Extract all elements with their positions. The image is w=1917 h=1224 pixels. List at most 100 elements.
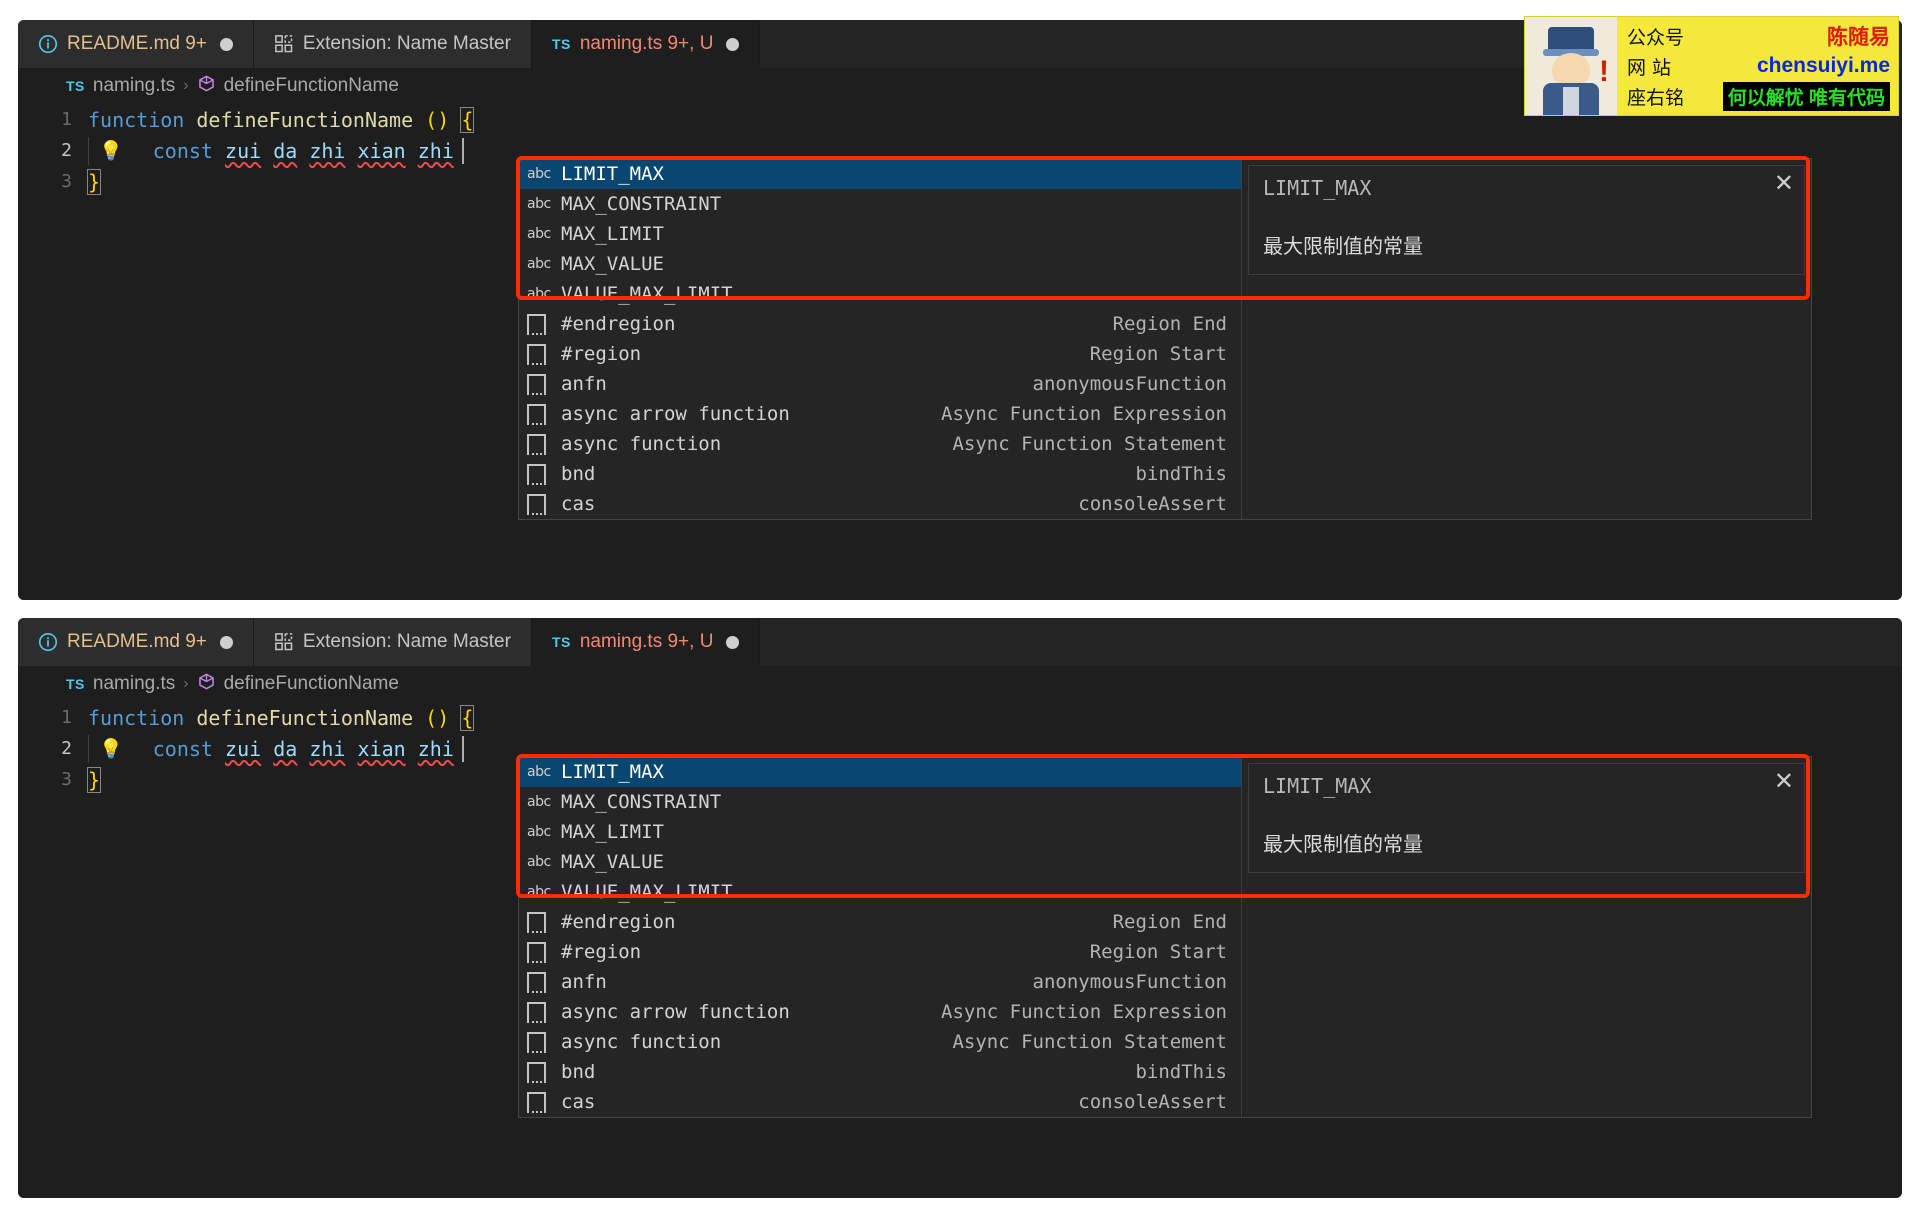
extensions-icon [274, 34, 294, 54]
lightbulb-icon[interactable]: 💡 [99, 139, 123, 162]
suggest-item-snippet[interactable]: async arrow function Async Function Expr… [519, 399, 1241, 429]
breadcrumb-file[interactable]: naming.ts [93, 673, 175, 695]
documentation-body-box: LIMIT_MAX 最大限制值的常量 ✕ [1248, 763, 1805, 873]
line-number: 3 [61, 769, 72, 790]
tab-label: README.md 9+ [67, 631, 207, 652]
line-number: 2 [61, 140, 72, 161]
tab-naming-ts[interactable]: TS naming.ts 9+, U [531, 618, 761, 666]
suggest-item-snippet[interactable]: #endregion Region End [519, 309, 1241, 339]
suggest-item-snippet[interactable]: async function Async Function Statement [519, 429, 1241, 459]
suggest-item-detail: Async Function Statement [952, 433, 1227, 455]
tab-modified-dot[interactable] [219, 635, 233, 649]
suggest-item-detail: bindThis [1135, 1061, 1227, 1083]
close-icon[interactable]: ✕ [1774, 770, 1794, 794]
suggest-item-snippet[interactable]: anfn anonymousFunction [519, 369, 1241, 399]
suggest-item-label: #endregion [561, 313, 676, 335]
suggest-item-word[interactable]: abc MAX_VALUE [519, 249, 1241, 279]
suggest-item-snippet[interactable]: bnd bindThis [519, 459, 1241, 489]
breadcrumb-symbol[interactable]: defineFunctionName [224, 673, 399, 695]
suggest-item-label: async function [561, 1031, 722, 1053]
code-editor-bottom[interactable]: 1 function defineFunctionName () { 2 💡 c… [18, 702, 1902, 1198]
suggest-item-snippet[interactable]: #endregion Region End [519, 907, 1241, 937]
code-editor-top[interactable]: 1 function defineFunctionName () { 2 💡 c… [18, 104, 1902, 600]
extensions-icon [274, 632, 294, 652]
suggest-item-label: MAX_VALUE [561, 851, 664, 873]
suggest-item-snippet[interactable]: bnd bindThis [519, 1057, 1241, 1087]
watermark-key: 公众号 [1627, 26, 1685, 49]
suggest-item-detail: bindThis [1135, 463, 1227, 485]
tab-extension-name-master[interactable]: Extension: Name Master [253, 20, 532, 68]
snippet-icon [527, 493, 561, 515]
tab-readme[interactable]: README.md 9+ [18, 20, 254, 68]
suggest-item-label: LIMIT_MAX [561, 163, 664, 185]
suggest-item-detail: Region Start [1089, 343, 1227, 365]
lightbulb-icon[interactable]: 💡 [99, 737, 123, 760]
suggest-item-snippet[interactable]: async arrow function Async Function Expr… [519, 997, 1241, 1027]
breadcrumb-file[interactable]: naming.ts [93, 75, 175, 97]
snippet-icon [527, 1091, 561, 1113]
suggest-item-detail: consoleAssert [1078, 493, 1227, 515]
suggest-item-label: MAX_VALUE [561, 253, 664, 275]
suggest-item-word[interactable]: abc VALUE_MAX_LIMIT [519, 279, 1241, 309]
suggest-item-label: #endregion [561, 911, 676, 933]
breadcrumb-symbol[interactable]: defineFunctionName [224, 75, 399, 97]
suggest-item-detail: anonymousFunction [1032, 373, 1227, 395]
suggest-item-label: MAX_CONSTRAINT [561, 791, 722, 813]
watermark-key: 网 站 [1627, 56, 1672, 79]
tab-readme[interactable]: README.md 9+ [18, 618, 254, 666]
suggest-item-snippet[interactable]: async function Async Function Statement [519, 1027, 1241, 1057]
suggest-item-word[interactable]: abc MAX_CONSTRAINT [519, 189, 1241, 219]
snippet-icon [527, 343, 561, 365]
suggest-item-word[interactable]: abc LIMIT_MAX [519, 757, 1241, 787]
suggest-item-word[interactable]: abc MAX_LIMIT [519, 817, 1241, 847]
watermark-value: 何以解忧 唯有代码 [1722, 81, 1890, 111]
line-number: 1 [61, 707, 72, 728]
suggest-item-word[interactable]: abc MAX_CONSTRAINT [519, 787, 1241, 817]
suggest-list[interactable]: abc LIMIT_MAX abc MAX_CONSTRAINT abc MAX… [519, 757, 1241, 1117]
suggest-item-snippet[interactable]: #region Region Start [519, 339, 1241, 369]
suggest-widget-bottom[interactable]: abc LIMIT_MAX abc MAX_CONSTRAINT abc MAX… [518, 756, 1812, 1118]
suggest-item-word[interactable]: abc LIMIT_MAX [519, 159, 1241, 189]
tab-extension-name-master[interactable]: Extension: Name Master [253, 618, 532, 666]
snippet-icon [527, 941, 561, 963]
snippet-icon [527, 373, 561, 395]
screenshot-root: README.md 9+ Extension: Name Master TS n… [0, 0, 1917, 1224]
typescript-icon: TS [66, 676, 85, 692]
suggest-item-word[interactable]: abc MAX_VALUE [519, 847, 1241, 877]
text-cursor [461, 735, 464, 762]
symbol-method-icon [197, 74, 216, 99]
suggest-item-snippet[interactable]: anfn anonymousFunction [519, 967, 1241, 997]
close-icon[interactable]: ✕ [1774, 172, 1794, 196]
tab-naming-ts[interactable]: TS naming.ts 9+, U [531, 20, 761, 68]
abc-icon: abc [527, 226, 551, 242]
watermark-value: chensuiyi.me [1756, 54, 1890, 77]
suggest-widget-top[interactable]: abc LIMIT_MAX abc MAX_CONSTRAINT abc MAX… [518, 158, 1812, 520]
watermark-row: 网 站 chensuiyi.me [1627, 51, 1890, 81]
suggest-item-detail: anonymousFunction [1032, 971, 1227, 993]
suggest-item-word[interactable]: abc MAX_LIMIT [519, 219, 1241, 249]
tab-modified-dot[interactable] [219, 37, 233, 51]
line-number: 2 [61, 738, 72, 759]
suggest-item-label: MAX_LIMIT [561, 821, 664, 843]
suggest-item-label: anfn [561, 971, 607, 993]
suggest-list[interactable]: abc LIMIT_MAX abc MAX_CONSTRAINT abc MAX… [519, 159, 1241, 519]
suggest-documentation-panel: LIMIT_MAX 最大限制值的常量 ✕ [1241, 757, 1811, 1117]
watermark-row: 座右铭 何以解忧 唯有代码 [1627, 81, 1890, 111]
watermark-row: 公众号 陈随易 [1627, 21, 1890, 51]
suggest-item-label: anfn [561, 373, 607, 395]
suggest-item-word[interactable]: abc VALUE_MAX_LIMIT [519, 877, 1241, 907]
tab-modified-dot[interactable] [726, 37, 740, 51]
suggest-item-detail: Region End [1112, 911, 1227, 933]
tab-modified-dot[interactable] [726, 635, 740, 649]
tab-label: README.md 9+ [67, 33, 207, 54]
suggest-item-snippet[interactable]: #region Region Start [519, 937, 1241, 967]
info-circle-icon [38, 34, 58, 54]
mascot-avatar-icon: ! [1525, 17, 1617, 115]
snippet-icon [527, 433, 561, 455]
abc-icon: abc [527, 256, 551, 272]
watermark-value: 陈随易 [1827, 26, 1890, 49]
abc-icon: abc [527, 884, 551, 900]
suggest-item-snippet[interactable]: cas consoleAssert [519, 489, 1241, 519]
suggest-item-snippet[interactable]: cas consoleAssert [519, 1087, 1241, 1117]
documentation-title: LIMIT_MAX [1263, 774, 1372, 798]
